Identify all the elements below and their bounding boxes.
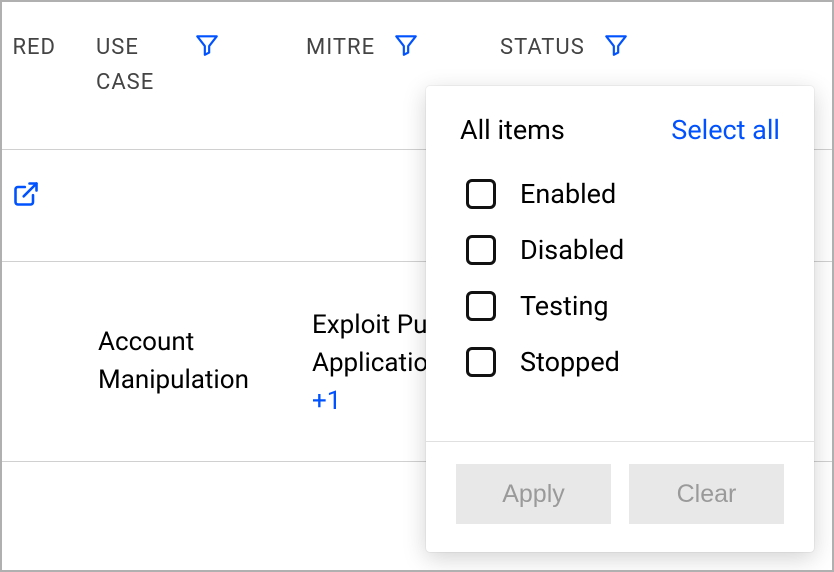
column-header-mitre[interactable]: MITRE (276, 30, 476, 65)
popover-footer: Apply Clear (426, 441, 814, 552)
cell-use-case: Account Manipulation (92, 262, 312, 461)
filter-option-label: Testing (520, 290, 609, 322)
column-header-status[interactable]: STATUS (476, 30, 726, 65)
filter-icon[interactable] (393, 32, 419, 58)
checkbox-icon[interactable] (466, 235, 496, 265)
apply-button[interactable]: Apply (456, 464, 611, 524)
use-case-text: Account Manipulation (98, 324, 312, 399)
popover-title: All items (460, 114, 565, 146)
cell-red (2, 150, 92, 261)
cell-use-case: Account (92, 462, 312, 572)
select-all-link[interactable]: Select all (671, 114, 780, 146)
filter-option-label: Stopped (520, 346, 620, 378)
clear-button[interactable]: Clear (629, 464, 784, 524)
filter-option[interactable]: Disabled (460, 222, 780, 278)
column-header-red-label: RED (13, 30, 57, 65)
checkbox-icon[interactable] (466, 347, 496, 377)
column-header-status-label: STATUS (500, 30, 585, 65)
filter-option[interactable]: Stopped (460, 334, 780, 390)
column-header-red[interactable]: RED (0, 30, 56, 65)
filter-option-label: Enabled (520, 178, 616, 210)
cell-red (2, 462, 92, 572)
filter-option[interactable]: Enabled (460, 166, 780, 222)
column-header-use-case[interactable]: USE CASE (56, 30, 276, 100)
cell-red (2, 262, 92, 461)
column-header-use-case-label: USE CASE (96, 30, 176, 100)
filter-option[interactable]: Testing (460, 278, 780, 334)
column-header-mitre-label: MITRE (306, 30, 375, 65)
cell-use-case (92, 150, 312, 261)
status-filter-popover: All items Select all Enabled Disabled Te… (426, 86, 814, 552)
filter-icon[interactable] (194, 32, 220, 58)
popover-options: Enabled Disabled Testing Stopped (426, 166, 814, 441)
filter-option-label: Disabled (520, 234, 624, 266)
checkbox-icon[interactable] (466, 291, 496, 321)
checkbox-icon[interactable] (466, 179, 496, 209)
table-fragment: RED USE CASE MITRE STATUS (0, 0, 834, 572)
filter-icon[interactable] (603, 32, 629, 58)
external-link-icon[interactable] (12, 180, 40, 208)
popover-header: All items Select all (426, 86, 814, 166)
